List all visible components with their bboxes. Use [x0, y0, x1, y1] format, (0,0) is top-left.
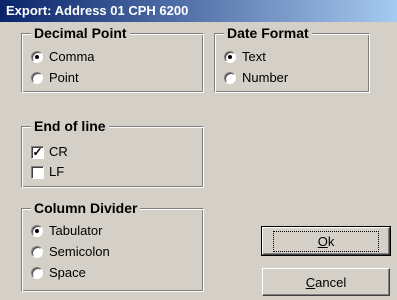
ok-label-rest: k — [327, 233, 335, 249]
column-divider-group: Column Divider Tabulator Semicolon Space — [21, 200, 204, 292]
radio-space-label: Space — [49, 265, 86, 280]
radio-tabulator-label: Tabulator — [49, 223, 103, 238]
radio-semicolon[interactable]: Semicolon — [31, 243, 110, 261]
decimal-point-group: Decimal Point Comma Point — [21, 25, 204, 93]
radio-point-label: Point — [49, 70, 79, 85]
radio-number-label: Number — [242, 70, 289, 85]
date-format-group: Date Format Text Number — [214, 25, 370, 93]
cancel-button[interactable]: Cancel — [262, 268, 390, 296]
radio-unchecked-icon — [31, 246, 43, 258]
radio-text-label: Text — [242, 49, 266, 64]
ok-button[interactable]: Ok — [261, 226, 391, 256]
end-of-line-group: End of line ✓ CR LF — [21, 118, 204, 188]
checkmark-icon: ✓ — [31, 144, 44, 159]
radio-tabulator[interactable]: Tabulator — [31, 222, 102, 240]
radio-checked-icon — [31, 225, 43, 237]
title-bar[interactable]: Export: Address 01 CPH 6200 — [0, 0, 397, 22]
window-title: Export: Address 01 CPH 6200 — [6, 3, 189, 18]
checkbox-lf-label: LF — [49, 164, 65, 179]
radio-comma[interactable]: Comma — [31, 48, 95, 66]
checkbox-empty-icon — [31, 165, 44, 179]
radio-space[interactable]: Space — [31, 264, 86, 282]
export-dialog: Decimal Point Comma Point Date Format Te… — [0, 22, 397, 300]
radio-unchecked-icon — [224, 72, 236, 84]
radio-comma-label: Comma — [49, 49, 95, 64]
decimal-point-legend: Decimal Point — [31, 25, 130, 41]
radio-point[interactable]: Point — [31, 69, 79, 87]
column-divider-legend: Column Divider — [31, 200, 141, 216]
radio-unchecked-icon — [31, 72, 43, 84]
cancel-label-rest: ancel — [315, 274, 347, 290]
checkbox-cr[interactable]: ✓ CR — [31, 143, 68, 161]
ok-focus-rect: Ok — [272, 230, 380, 252]
radio-number[interactable]: Number — [224, 69, 288, 87]
end-of-line-legend: End of line — [31, 118, 109, 134]
radio-semicolon-label: Semicolon — [49, 244, 110, 259]
radio-unchecked-icon — [31, 267, 43, 279]
ok-mnemonic: O — [317, 233, 328, 249]
radio-text[interactable]: Text — [224, 48, 266, 66]
checkbox-lf[interactable]: LF — [31, 163, 64, 181]
radio-checked-icon — [31, 51, 43, 63]
radio-checked-icon — [224, 51, 236, 63]
checkbox-cr-label: CR — [49, 144, 68, 159]
date-format-legend: Date Format — [224, 25, 312, 41]
cancel-mnemonic: C — [305, 274, 316, 290]
